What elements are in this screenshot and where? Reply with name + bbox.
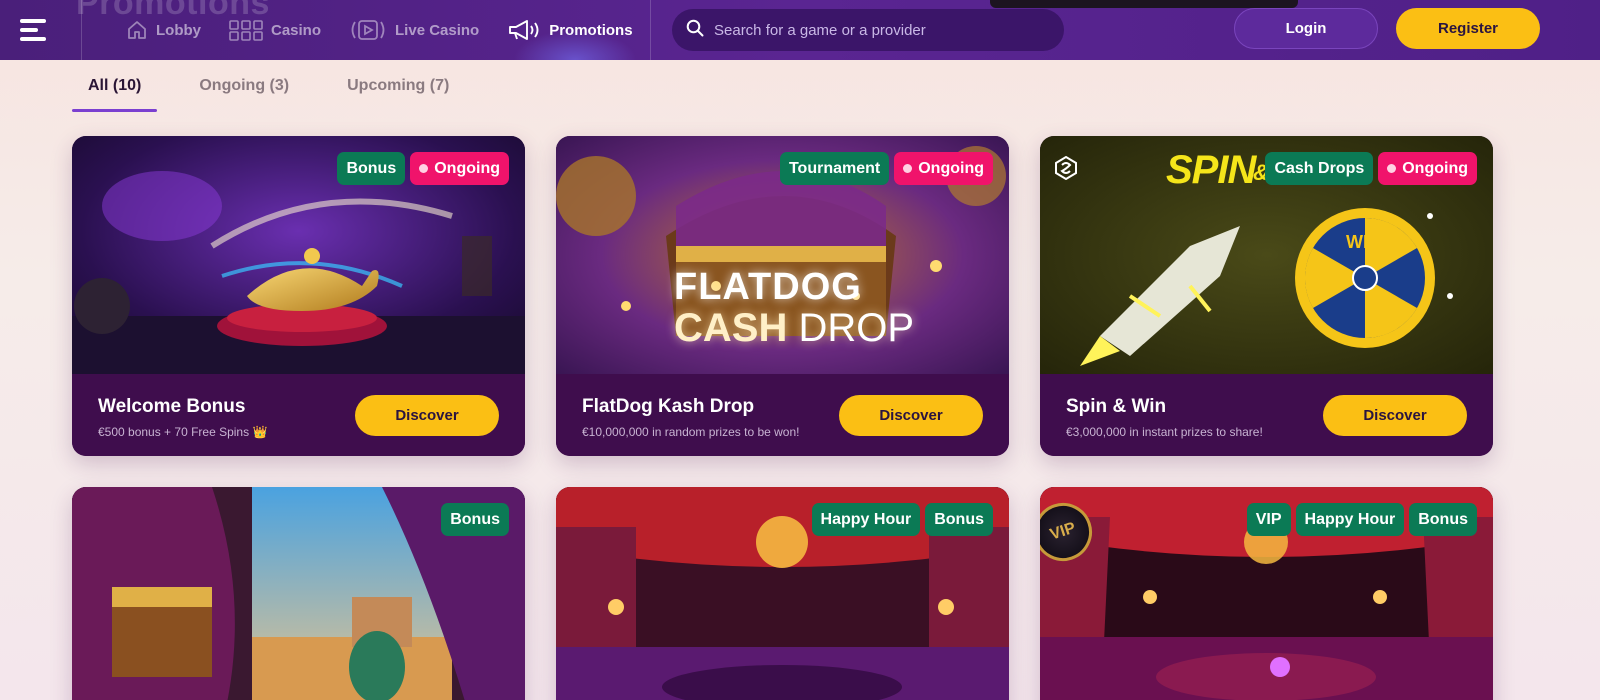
badge-group: VIP Happy Hour Bonus (1246, 503, 1477, 536)
promo-card-happy-hour[interactable]: Happy Hour Bonus (556, 487, 1009, 700)
nav-label: Lobby (156, 21, 201, 39)
card-title: Spin & Win (1066, 396, 1167, 417)
search-icon (686, 19, 704, 42)
status-badge: Ongoing (1378, 152, 1477, 185)
top-header: Promotions Lobby Casino Live Casino Prom… (0, 0, 1600, 60)
tab-all[interactable]: All (10) (72, 60, 158, 112)
discover-button[interactable]: Discover (1323, 395, 1467, 436)
status-label: Ongoing (434, 159, 500, 177)
category-badge: Bonus (337, 152, 406, 185)
badge-group: Bonus (441, 503, 509, 536)
status-label: Ongoing (918, 159, 984, 177)
promo-card-vip-happy-hour[interactable]: VIP VIP Happy Hour Bonus (1040, 487, 1493, 700)
overlay-tooltip (990, 0, 1298, 8)
category-badge: Happy Hour (1295, 503, 1405, 536)
badge-group: Cash Drops Ongoing (1265, 152, 1477, 185)
search-input[interactable] (714, 21, 1054, 39)
tab-upcoming[interactable]: Upcoming (7) (331, 60, 465, 112)
login-button[interactable]: Login (1234, 8, 1378, 49)
nav-item-promotions[interactable]: Promotions (493, 0, 646, 60)
card-footer: FlatDog Kash Drop €10,000,000 in random … (556, 374, 1009, 456)
megaphone-icon (507, 18, 541, 42)
promo-tabs: All (10) Ongoing (3) Upcoming (7) (72, 60, 491, 112)
nav-label: Casino (271, 21, 322, 39)
register-button[interactable]: Register (1396, 8, 1540, 49)
play-icon (349, 18, 387, 42)
badge-group: Bonus Ongoing (337, 152, 509, 185)
hamburger-menu-icon[interactable] (20, 14, 60, 46)
provider-logo-icon (1054, 156, 1078, 180)
badge-group: Happy Hour Bonus (811, 503, 993, 536)
status-badge: Ongoing (410, 152, 509, 185)
category-badge: Bonus (925, 503, 993, 536)
header-divider (650, 0, 651, 60)
category-badge: Cash Drops (1265, 152, 1374, 185)
category-badge: Tournament (779, 152, 890, 185)
card-subtitle: €3,000,000 in instant prizes to share! (1066, 425, 1263, 439)
card-subtitle: €10,000,000 in random prizes to be won! (582, 425, 800, 439)
promo-card-spin-and-win[interactable]: SPIN & WIN Cash Drops Ongoing Spin & Win… (1040, 136, 1493, 456)
nav-item-lobby[interactable]: Lobby (112, 0, 215, 60)
grid-icon (229, 19, 263, 41)
category-badge: Bonus (441, 503, 509, 536)
nav-item-live-casino[interactable]: Live Casino (335, 0, 493, 60)
discover-button[interactable]: Discover (839, 395, 983, 436)
home-icon (126, 19, 148, 41)
nav-item-casino[interactable]: Casino (215, 0, 335, 60)
live-dot-icon (419, 164, 429, 173)
live-dot-icon (903, 164, 913, 173)
category-badge: Happy Hour (811, 503, 921, 536)
main-nav: Lobby Casino Live Casino Promotions (112, 0, 647, 60)
promo-card-flatdog-kash-drop[interactable]: FLATDOG CASH DROP Tournament Ongoing Fla… (556, 136, 1009, 456)
category-badge: Bonus (1409, 503, 1477, 536)
promo-card-bonus-desert[interactable]: Bonus (72, 487, 525, 700)
tab-ongoing[interactable]: Ongoing (3) (183, 60, 305, 112)
card-subtitle: €500 bonus + 70 Free Spins 👑 (98, 425, 268, 439)
promo-card-welcome-bonus[interactable]: Bonus Ongoing Welcome Bonus €500 bonus +… (72, 136, 525, 456)
nav-label: Promotions (549, 21, 633, 39)
discover-button[interactable]: Discover (355, 395, 499, 436)
badge-group: Tournament Ongoing (779, 152, 993, 185)
header-divider (81, 0, 82, 60)
search-box[interactable] (672, 9, 1064, 51)
card-footer: Spin & Win €3,000,000 in instant prizes … (1040, 374, 1493, 456)
card-title: FlatDog Kash Drop (582, 396, 755, 417)
category-badge: VIP (1246, 503, 1291, 536)
live-dot-icon (1387, 164, 1397, 173)
card-footer: Welcome Bonus €500 bonus + 70 Free Spins… (72, 374, 525, 456)
status-badge: Ongoing (894, 152, 993, 185)
status-label: Ongoing (1402, 159, 1468, 177)
card-title: Welcome Bonus (98, 396, 246, 417)
nav-label: Live Casino (395, 21, 480, 39)
